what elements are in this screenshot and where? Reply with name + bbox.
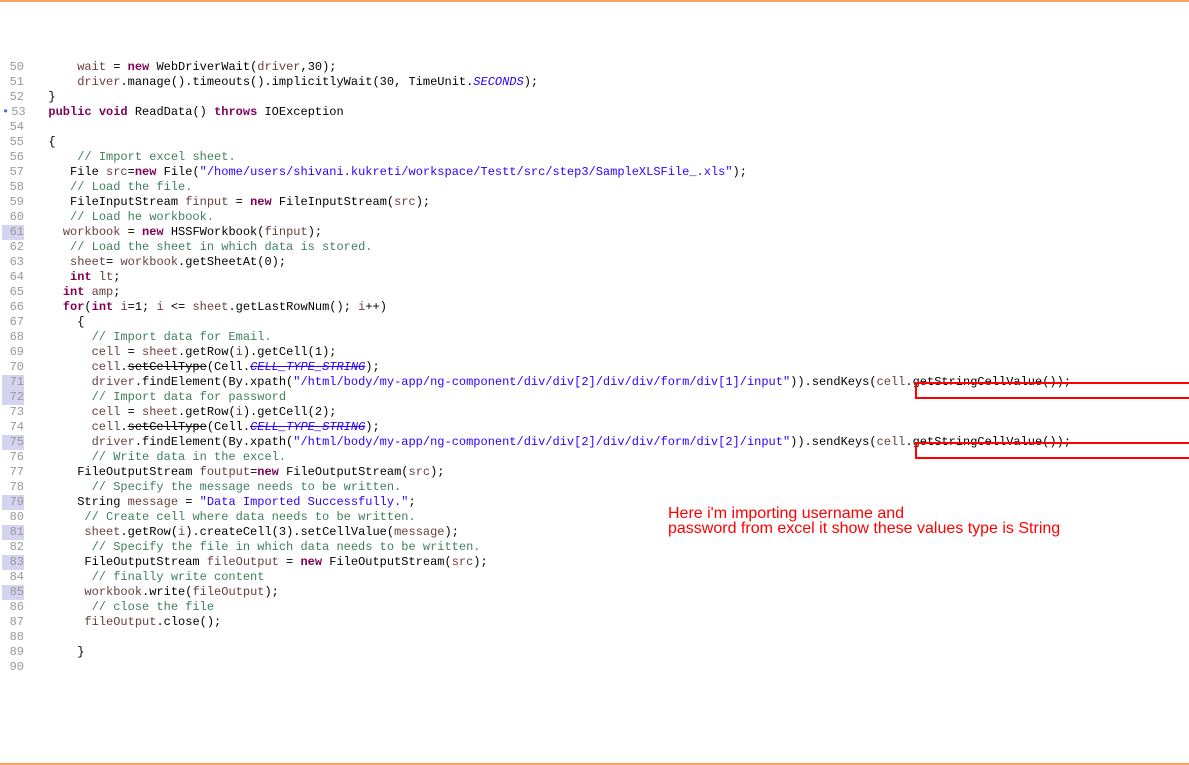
code-line[interactable]: driver.findElement(By.xpath("/html/body/… (34, 435, 1189, 450)
code-line[interactable]: cell.setCellType(Cell.CELL_TYPE_STRING); (34, 420, 1189, 435)
line-number: 70 (2, 360, 24, 375)
code-line[interactable] (34, 630, 1189, 645)
code-line[interactable]: wait = new WebDriverWait(driver,30); (34, 60, 1189, 75)
line-number: 86 (2, 600, 24, 615)
code-line[interactable]: // Specify the file in which data needs … (34, 540, 1189, 555)
code-line[interactable]: int amp; (34, 285, 1189, 300)
code-line[interactable] (34, 660, 1189, 675)
line-number: 78 (2, 480, 24, 495)
code-line[interactable]: FileOutputStream foutput=new FileOutputS… (34, 465, 1189, 480)
line-number: 59 (2, 195, 24, 210)
line-number: 65 (2, 285, 24, 300)
code-line[interactable]: // finally write content (34, 570, 1189, 585)
code-line[interactable]: driver.manage().timeouts().implicitlyWai… (34, 75, 1189, 90)
line-number: 88 (2, 630, 24, 645)
code-line[interactable]: fileOutput.close(); (34, 615, 1189, 630)
line-number: 80 (2, 510, 24, 525)
code-line[interactable]: workbook.write(fileOutput); (34, 585, 1189, 600)
line-number: 57 (2, 165, 24, 180)
code-line[interactable]: // Load the file. (34, 180, 1189, 195)
line-number: 89 (2, 645, 24, 660)
line-number: 52 (2, 90, 24, 105)
line-number: 75 (2, 435, 24, 450)
line-number: 58 (2, 180, 24, 195)
line-number: 61 (2, 225, 24, 240)
line-number: 76 (2, 450, 24, 465)
line-number: 62 (2, 240, 24, 255)
code-line[interactable]: cell.setCellType(Cell.CELL_TYPE_STRING); (34, 360, 1189, 375)
code-line[interactable] (34, 120, 1189, 135)
code-area[interactable]: wait = new WebDriverWait(driver,30); dri… (28, 58, 1189, 693)
line-number: 82 (2, 540, 24, 555)
line-number: 53 (2, 105, 24, 120)
line-number: 79 (2, 495, 24, 510)
code-line[interactable]: } (34, 645, 1189, 660)
line-number: 67 (2, 315, 24, 330)
line-number: 63 (2, 255, 24, 270)
line-number: 71 (2, 375, 24, 390)
code-line[interactable]: // Write data in the excel. (34, 450, 1189, 465)
line-number: 56 (2, 150, 24, 165)
code-line[interactable]: { (34, 135, 1189, 150)
line-number: 51 (2, 75, 24, 90)
code-line[interactable]: sheet= workbook.getSheetAt(0); (34, 255, 1189, 270)
code-line[interactable]: int lt; (34, 270, 1189, 285)
code-editor: 5051525354555657585960616263646566676869… (0, 58, 1189, 693)
code-line[interactable]: public void ReadData() throws IOExceptio… (34, 105, 1189, 120)
code-line[interactable]: FileInputStream finput = new FileInputSt… (34, 195, 1189, 210)
line-number: 77 (2, 465, 24, 480)
line-number: 72 (2, 390, 24, 405)
line-number: 50 (2, 60, 24, 75)
code-line[interactable]: for(int i=1; i <= sheet.getLastRowNum();… (34, 300, 1189, 315)
line-number: 55 (2, 135, 24, 150)
line-number: 85 (2, 585, 24, 600)
code-line[interactable]: // Import data for password (34, 390, 1189, 405)
line-number: 74 (2, 420, 24, 435)
code-line[interactable]: // Specify the message needs to be writt… (34, 480, 1189, 495)
code-line[interactable]: workbook = new HSSFWorkbook(finput); (34, 225, 1189, 240)
line-number: 81 (2, 525, 24, 540)
line-number: 60 (2, 210, 24, 225)
line-number: 83 (2, 555, 24, 570)
line-number: 54 (2, 120, 24, 135)
code-line[interactable]: } (34, 90, 1189, 105)
code-line[interactable]: // Load he workbook. (34, 210, 1189, 225)
annotation-text: Here i'm importing username andpassword … (668, 506, 1188, 536)
code-line[interactable]: { (34, 315, 1189, 330)
code-line[interactable]: FileOutputStream fileOutput = new FileOu… (34, 555, 1189, 570)
line-number: 64 (2, 270, 24, 285)
code-line[interactable]: // close the file (34, 600, 1189, 615)
line-number: 69 (2, 345, 24, 360)
code-line[interactable]: driver.findElement(By.xpath("/html/body/… (34, 375, 1189, 390)
code-line[interactable]: // Load the sheet in which data is store… (34, 240, 1189, 255)
line-number: 84 (2, 570, 24, 585)
code-line[interactable]: File src=new File("/home/users/shivani.k… (34, 165, 1189, 180)
line-number: 73 (2, 405, 24, 420)
line-number: 66 (2, 300, 24, 315)
line-number: 90 (2, 660, 24, 675)
line-gutter: 5051525354555657585960616263646566676869… (0, 58, 28, 693)
line-number: 68 (2, 330, 24, 345)
code-line[interactable]: // Import data for Email. (34, 330, 1189, 345)
line-number: 87 (2, 615, 24, 630)
code-line[interactable]: cell = sheet.getRow(i).getCell(2); (34, 405, 1189, 420)
code-line[interactable]: cell = sheet.getRow(i).getCell(1); (34, 345, 1189, 360)
code-line[interactable]: // Import excel sheet. (34, 150, 1189, 165)
